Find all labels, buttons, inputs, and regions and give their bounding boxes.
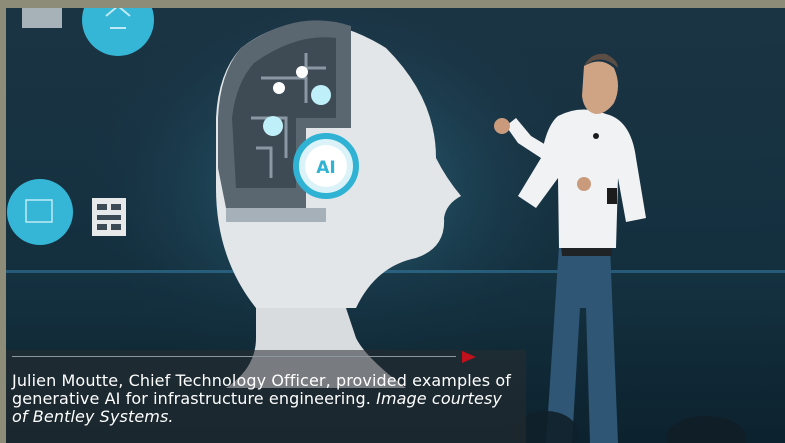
article-image-frame: AI Julien Moutte, Chief Technology Offic…: [0, 0, 785, 443]
chart-circle-icon: [7, 179, 73, 245]
red-arrow-icon: [462, 351, 476, 363]
network-circle-icon: [82, 8, 154, 56]
building-icon: [22, 8, 62, 28]
photo-caption: Julien Moutte, Chief Technology Officer,…: [12, 372, 518, 426]
ai-badge-label: AI: [316, 158, 335, 178]
caption-divider: [12, 356, 456, 357]
stage-light-strip: [6, 270, 785, 273]
